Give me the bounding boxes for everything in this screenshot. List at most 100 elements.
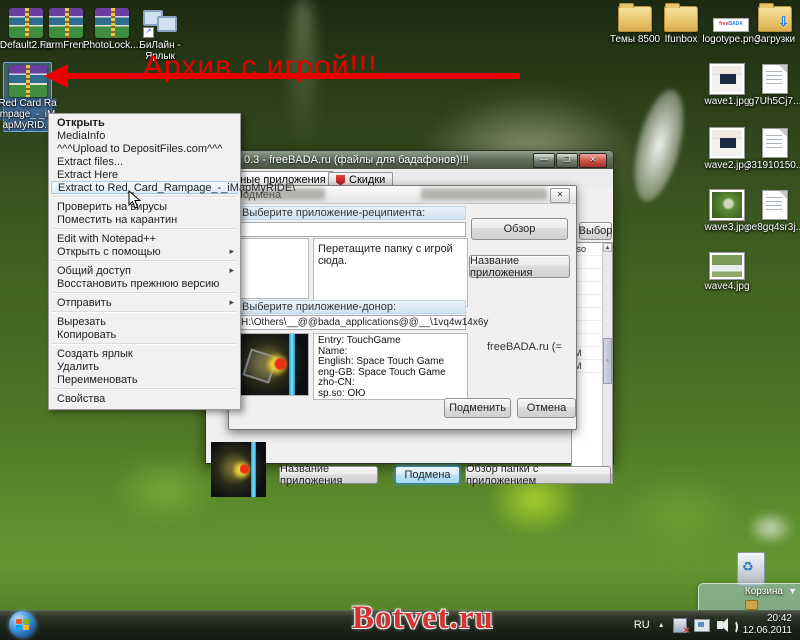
sale-icon: [336, 175, 345, 186]
menu-item-label: Открыть с помощью: [57, 246, 161, 258]
app-title-bar[interactable]: 0.3 - freeBADA.ru (файлы для бадафонов)!…: [206, 151, 613, 169]
desktop-icon-wave4[interactable]: wave4.jpg: [703, 253, 751, 292]
chevron-down-icon[interactable]: ▼: [788, 586, 797, 596]
icon-label: wave3.jpg: [704, 222, 749, 233]
winrar-archive-icon: [49, 8, 83, 38]
menu-item[interactable]: Вырезать: [51, 315, 238, 328]
menu-item[interactable]: Свойства: [51, 392, 238, 405]
dialog-app-name-button[interactable]: Название приложения: [469, 255, 570, 278]
browse-button[interactable]: Обзор: [471, 218, 568, 240]
menu-separator: [52, 388, 237, 390]
recipient-path-field[interactable]: [237, 222, 466, 237]
app-name-button[interactable]: Название приложения: [279, 466, 378, 484]
submenu-arrow-icon: ▸: [229, 246, 234, 257]
menu-item[interactable]: MediaInfo: [51, 129, 238, 142]
desktop-icon-downloads[interactable]: ⇩ Загрузки: [752, 6, 798, 45]
menu-item-label: Восстановить прежнюю версию: [57, 278, 219, 290]
desktop-icon-wave3[interactable]: wave3.jpg: [703, 190, 751, 233]
recycle-bin-icon[interactable]: [737, 552, 765, 586]
icon-label: wave1.jpg: [704, 96, 749, 107]
donor-info-line: English: Space Touch Game: [318, 357, 463, 368]
menu-item-label: Extract to Red_Card_Rampage_-_iMapMyRIDE…: [58, 182, 295, 194]
drop-hint-text: Перетащите папку с игрой сюда.: [318, 243, 453, 267]
desktop-icon-wave2[interactable]: wave2.jpg: [703, 128, 751, 171]
menu-item[interactable]: Удалить: [51, 360, 238, 373]
menu-item-label: Extract Here: [57, 169, 118, 181]
desktop-icon-331910150[interactable]: 331910150...: [750, 128, 800, 171]
network-computers-icon: ↗: [143, 8, 177, 38]
menu-item[interactable]: Extract files...: [51, 155, 238, 168]
desktop-icon-g7uh5cj7[interactable]: g7Uh5Cj7...: [750, 64, 800, 107]
thumb-red-dot: [274, 357, 287, 370]
action-center-flag-icon[interactable]: [673, 618, 687, 633]
menu-item[interactable]: Отправить▸: [51, 296, 238, 309]
app-list[interactable]: .so М М ▲ ≡ ▼: [571, 242, 613, 484]
donor-info-line: Entry: TouchGame: [318, 336, 463, 347]
menu-item[interactable]: Extract to Red_Card_Rampage_-_iMapMyRIDE…: [51, 181, 238, 194]
icon-label: Темы 8500: [610, 34, 660, 45]
menu-item[interactable]: Копировать: [51, 328, 238, 341]
menu-item[interactable]: Edit with Notepad++: [51, 232, 238, 245]
menu-item-label: Переименовать: [57, 374, 138, 386]
recipient-drop-area[interactable]: Перетащите папку с игрой сюда.: [313, 238, 468, 307]
background-grass-light-1: [110, 455, 220, 525]
menu-item[interactable]: ^^^Upload to DepositFiles.com^^^: [51, 142, 238, 155]
icon-label-line2: mpage_-_iM: [0, 109, 55, 120]
menu-item[interactable]: Проверить на вирусы: [51, 200, 238, 213]
donor-info-line: sp.so: ОЮ: [318, 389, 463, 400]
scrollbar-thumb[interactable]: ≡: [603, 338, 612, 384]
tray-clock[interactable]: 20:42 12.06.2011: [743, 613, 792, 637]
icon-label: Ifunbox: [665, 34, 698, 45]
menu-item[interactable]: Поместить на карантин: [51, 213, 238, 226]
winrar-archive-icon: [9, 65, 47, 97]
close-button[interactable]: ✕: [579, 153, 607, 168]
menu-item[interactable]: Переименовать: [51, 373, 238, 386]
minimize-button[interactable]: —: [533, 153, 555, 168]
desktop-icon-wave1[interactable]: wave1.jpg: [703, 64, 751, 107]
dialog-close-button[interactable]: ✕: [550, 188, 570, 203]
menu-item-label: Открыть: [57, 117, 105, 129]
icon-label-line3: apMyRID...: [3, 120, 53, 131]
swap-button[interactable]: Подмена: [395, 466, 460, 484]
vertical-scrollbar[interactable]: ▲ ≡ ▼: [602, 243, 612, 483]
folder-icon: [618, 6, 652, 32]
maximize-button[interactable]: ❐: [556, 153, 578, 168]
network-status-icon[interactable]: [694, 619, 710, 632]
show-hidden-icons-arrow[interactable]: ▲: [658, 622, 665, 629]
app-window-title: 0.3 - freeBADA.ru (файлы для бадафонов)!…: [244, 154, 469, 166]
volume-icon[interactable]: [717, 621, 723, 629]
browse-app-folder-button[interactable]: Обзор папки с приложением: [465, 466, 611, 484]
desktop-icon-ifunbox[interactable]: Ifunbox: [658, 6, 704, 45]
desktop-icon-themes-8500[interactable]: Темы 8500: [608, 6, 662, 45]
menu-item[interactable]: Открыть: [51, 116, 238, 129]
start-button[interactable]: [9, 611, 36, 638]
menu-separator: [52, 311, 237, 313]
mouse-cursor: [127, 190, 141, 210]
gadget-label: Корзина: [745, 586, 783, 597]
menu-separator: [52, 260, 237, 262]
cancel-button[interactable]: Отмена: [517, 398, 576, 418]
language-indicator[interactable]: RU: [634, 619, 650, 631]
menu-item[interactable]: Открыть с помощью ▸: [51, 245, 238, 258]
menu-item-label: Свойства: [57, 393, 105, 405]
icon-label: Загрузки: [755, 34, 795, 45]
menu-item[interactable]: Создать ярлык: [51, 347, 238, 360]
choose-button[interactable]: Выбор: [579, 222, 612, 240]
menu-item-label: Создать ярлык: [57, 348, 133, 360]
monitor-icon: [157, 16, 177, 32]
donor-path-field[interactable]: H:\Others\__@@bada_applications@@__\1vq4…: [237, 315, 466, 330]
text-file-icon: [762, 190, 788, 220]
system-tray: RU ▲ 20:42 12.06.2011: [634, 610, 798, 640]
thumb-red-dot: [240, 463, 250, 475]
desktop-icon-logotype-png[interactable]: freeBADA logotype.png: [705, 18, 757, 45]
menu-item[interactable]: Общий доступ▸: [51, 264, 238, 277]
desktop-icon-oe8gq4sr3j[interactable]: oe8gq4sr3j...: [750, 190, 800, 233]
menu-separator: [52, 196, 237, 198]
menu-item[interactable]: Extract Here: [51, 168, 238, 181]
menu-item[interactable]: Восстановить прежнюю версию: [51, 277, 238, 290]
image-thumbnail: [710, 64, 744, 94]
clock-time: 20:42: [767, 613, 792, 624]
scroll-up-icon[interactable]: ▲: [603, 243, 612, 252]
desktop-icon-photolock[interactable]: PhotoLock....: [86, 8, 138, 51]
confirm-swap-button[interactable]: Подменить: [444, 398, 511, 418]
